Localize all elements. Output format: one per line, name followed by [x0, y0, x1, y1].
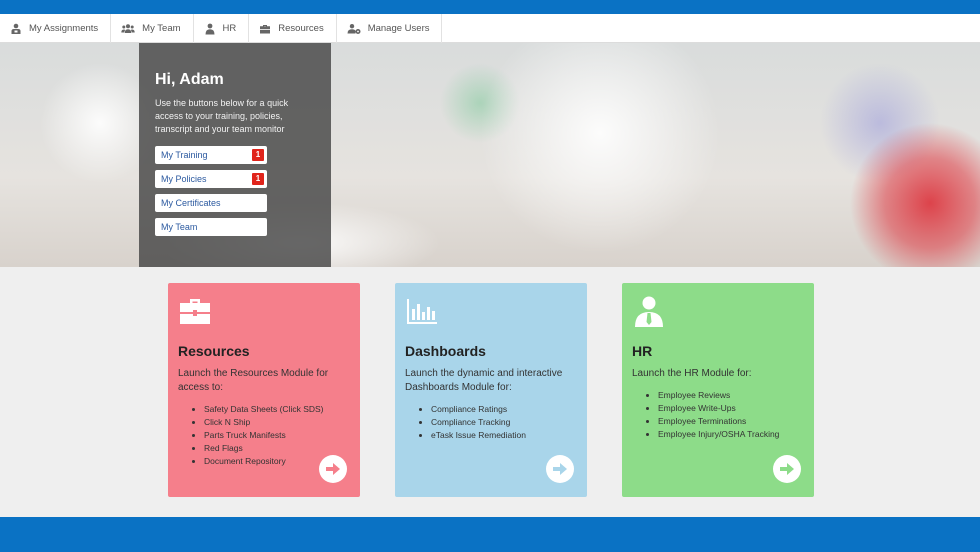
nav-label: Manage Users — [367, 23, 430, 34]
button-label: My Team — [161, 222, 198, 232]
briefcase-icon — [180, 299, 210, 324]
my-certificates-button[interactable]: My Certificates — [155, 194, 267, 212]
top-bar — [0, 0, 980, 14]
manage-users-icon — [347, 23, 361, 34]
nav-item-my-team[interactable]: My Team — [111, 14, 194, 43]
nav-item-hr[interactable]: HR — [194, 14, 250, 43]
button-label: My Training — [161, 150, 208, 160]
hr-card: HR Launch the HR Module for: Employee Re… — [622, 283, 814, 497]
list-item: Employee Terminations — [658, 415, 804, 428]
welcome-panel: Hi, Adam Use the buttons below for a qui… — [139, 43, 331, 267]
nav-item-my-assignments[interactable]: My Assignments — [0, 14, 112, 43]
card-title: HR — [632, 343, 653, 359]
arrow-right-icon — [326, 463, 340, 475]
hero-banner: Hi, Adam Use the buttons below for a qui… — [0, 43, 980, 267]
my-policies-button[interactable]: My Policies 1 — [155, 170, 267, 188]
card-description: Launch the dynamic and interactive Dashb… — [405, 368, 563, 393]
resources-card: Resources Launch the Resources Module fo… — [168, 283, 360, 497]
list-item: eTask Issue Remediation — [431, 429, 577, 442]
nav-label: HR — [222, 23, 237, 34]
list-item: Employee Reviews — [658, 389, 804, 402]
bar-chart-icon — [407, 299, 437, 324]
card-title: Resources — [178, 343, 250, 359]
my-team-button[interactable]: My Team — [155, 218, 267, 236]
list-item: Employee Write-Ups — [658, 402, 804, 415]
team-icon — [121, 23, 135, 33]
my-training-button[interactable]: My Training 1 — [155, 146, 267, 164]
nav-label: My Team — [142, 23, 181, 34]
arrow-right-icon — [553, 463, 567, 475]
assignments-icon — [11, 23, 21, 34]
nav-item-resources[interactable]: Resources — [249, 14, 337, 43]
card-title: Dashboards — [405, 343, 486, 359]
briefcase-icon — [260, 24, 271, 33]
nav-label: Resources — [278, 23, 324, 34]
card-description: Launch the HR Module for: — [632, 368, 752, 379]
arrow-right-icon — [780, 463, 794, 475]
welcome-text: Use the buttons below for a quick access… — [155, 98, 289, 134]
user-icon — [635, 296, 663, 327]
card-list: Employee Reviews Employee Write-Ups Empl… — [632, 389, 804, 441]
bottom-bar — [0, 517, 980, 552]
list-item: Parts Truck Manifests — [204, 429, 350, 442]
notification-badge: 1 — [252, 173, 264, 185]
nav-label: My Assignments — [29, 23, 99, 34]
launch-dashboards-button[interactable] — [546, 455, 574, 483]
button-label: My Policies — [161, 174, 207, 184]
list-item: Click N Ship — [204, 416, 350, 429]
list-item: Safety Data Sheets (Click SDS) — [204, 403, 350, 416]
list-item: Compliance Tracking — [431, 416, 577, 429]
card-list: Compliance Ratings Compliance Tracking e… — [405, 403, 577, 442]
greeting-title: Hi, Adam — [155, 71, 224, 88]
notification-badge: 1 — [252, 149, 264, 161]
button-label: My Certificates — [161, 198, 221, 208]
launch-resources-button[interactable] — [319, 455, 347, 483]
launch-hr-button[interactable] — [773, 455, 801, 483]
card-description: Launch the Resources Module for access t… — [178, 368, 329, 393]
nav-item-manage-users[interactable]: Manage Users — [337, 14, 443, 43]
list-item: Employee Injury/OSHA Tracking — [658, 428, 804, 441]
top-nav: My Assignments My Team HR Resources Mana… — [0, 14, 980, 43]
list-item: Compliance Ratings — [431, 403, 577, 416]
list-item: Red Flags — [204, 442, 350, 455]
dashboards-card: Dashboards Launch the dynamic and intera… — [395, 283, 587, 497]
hr-icon — [205, 23, 215, 34]
